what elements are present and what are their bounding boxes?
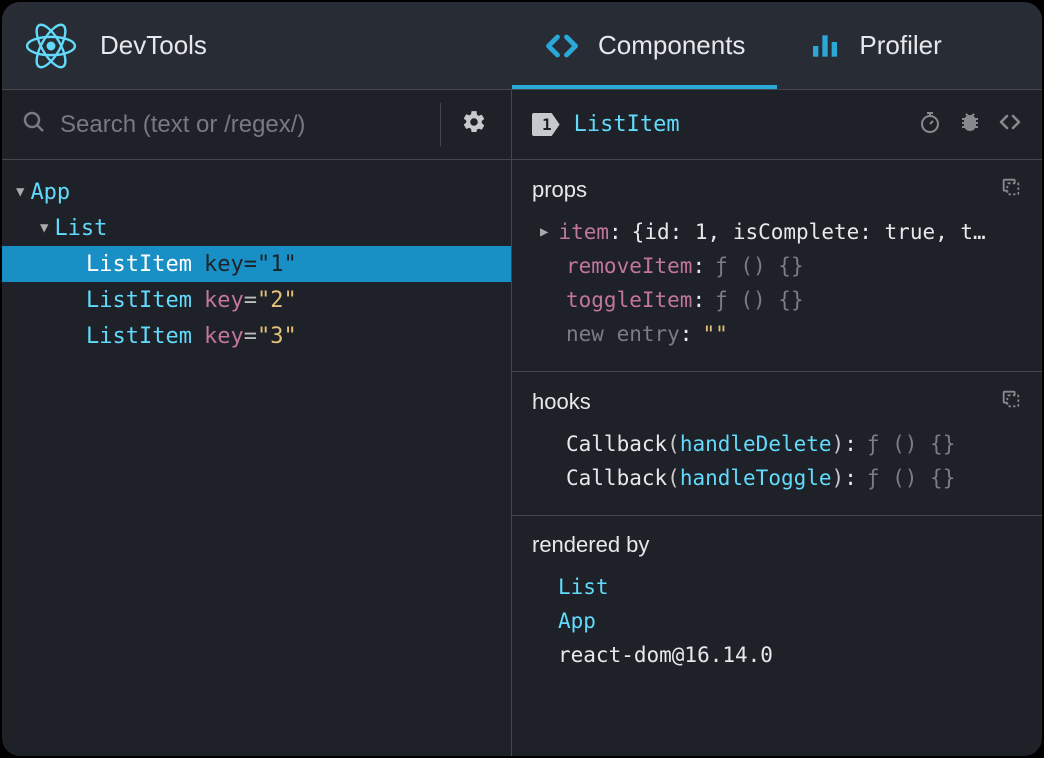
hooks-section: hooks Callback(handleDelete):ƒ () {}Call… — [512, 372, 1042, 516]
prop-value: {id: 1, isComplete: true, t… — [632, 220, 986, 244]
hook-value: ƒ () {} — [867, 432, 956, 456]
section-title: rendered by — [532, 532, 1022, 558]
section-title: hooks — [532, 389, 1000, 415]
section-title: props — [532, 177, 1000, 203]
suspend-button[interactable] — [918, 110, 942, 139]
copy-to-clipboard-button[interactable] — [1000, 176, 1022, 203]
header: DevTools Components Profiler — [2, 2, 1042, 90]
component-name: ListItem — [86, 324, 192, 349]
copy-icon — [1000, 176, 1022, 198]
hook-arg: handleDelete — [680, 432, 832, 456]
props-section: props ▶item:{id: 1, isComplete: true, t…… — [512, 160, 1042, 372]
gear-icon — [461, 109, 487, 135]
component-key-attr: key="3" — [204, 324, 297, 349]
view-source-button[interactable] — [998, 110, 1022, 139]
section-header: rendered by — [532, 532, 1022, 558]
search-input[interactable] — [60, 111, 440, 139]
search-bar — [2, 90, 511, 160]
prop-row[interactable]: toggleItem:ƒ () {} — [532, 283, 1022, 317]
rendered-by-section: rendered by ListAppreact-dom@16.14.0 — [512, 516, 1042, 692]
stopwatch-icon — [918, 110, 942, 134]
logo-section: DevTools — [2, 21, 512, 71]
tab-profiler[interactable]: Profiler — [777, 2, 973, 89]
code-brackets-icon — [998, 110, 1022, 134]
prop-key: item — [558, 220, 609, 244]
component-name: List — [54, 216, 107, 241]
rendered-by-item[interactable]: App — [558, 604, 1022, 638]
body: ▼App▼ListListItemkey="1"ListItemkey="2"L… — [2, 90, 1042, 756]
detail-actions — [918, 110, 1022, 139]
chevron-down-icon: ▼ — [16, 184, 24, 200]
search-icon — [22, 110, 46, 139]
prop-value: ƒ () {} — [715, 254, 804, 278]
copy-to-clipboard-button[interactable] — [1000, 388, 1022, 415]
hook-name: Callback — [566, 466, 667, 490]
code-brackets-icon — [544, 28, 580, 64]
rendered-by-list: ListAppreact-dom@16.14.0 — [532, 570, 1022, 672]
prop-row[interactable]: removeItem:ƒ () {} — [532, 249, 1022, 283]
section-header: props — [532, 176, 1022, 203]
tab-label: Components — [598, 30, 745, 61]
copy-icon — [1000, 388, 1022, 410]
props-list: ▶item:{id: 1, isComplete: true, t…remove… — [532, 215, 1022, 351]
hooks-list: Callback(handleDelete):ƒ () {}Callback(h… — [532, 427, 1022, 495]
component-name: ListItem — [86, 288, 192, 313]
chevron-down-icon: ▼ — [40, 220, 48, 236]
tree-row-listitem[interactable]: ListItem key="3" — [2, 318, 511, 354]
prop-row[interactable]: ▶item:{id: 1, isComplete: true, t… — [532, 215, 1022, 249]
hook-arg: handleToggle — [680, 466, 832, 490]
left-panel: ▼App▼ListListItemkey="1"ListItemkey="2"L… — [2, 90, 512, 756]
tree-row-app[interactable]: ▼ App — [2, 174, 511, 210]
settings-button[interactable] — [440, 103, 491, 146]
hook-row[interactable]: Callback(handleDelete):ƒ () {} — [532, 427, 1022, 461]
tree-row-listitem[interactable]: ListItem key="1" — [2, 246, 511, 282]
section-header: hooks — [532, 388, 1022, 415]
component-key-attr: key="2" — [204, 288, 297, 313]
bar-chart-icon — [809, 30, 841, 62]
tab-components[interactable]: Components — [512, 2, 777, 89]
hook-name: Callback — [566, 432, 667, 456]
bug-icon — [958, 110, 982, 134]
hook-value: ƒ () {} — [867, 466, 956, 490]
detail-header: 1 ListItem — [512, 90, 1042, 160]
prop-key: removeItem — [566, 254, 692, 278]
prop-key: new entry — [566, 322, 680, 346]
app-title: DevTools — [100, 30, 207, 61]
prop-row[interactable]: new entry: "" — [532, 317, 1022, 351]
react-logo-icon — [26, 21, 76, 71]
component-name: ListItem — [86, 252, 192, 277]
rendered-by-item[interactable]: List — [558, 570, 1022, 604]
rendered-by-item: react-dom@16.14.0 — [558, 638, 1022, 672]
prop-value: ƒ () {} — [715, 288, 804, 312]
chevron-right-icon: ▶ — [540, 224, 548, 240]
hook-row[interactable]: Callback(handleToggle):ƒ () {} — [532, 461, 1022, 495]
inspect-button[interactable] — [958, 110, 982, 139]
prop-value: "" — [702, 322, 727, 346]
devtools-window: DevTools Components Profiler — [0, 0, 1044, 758]
right-panel: 1 ListItem props — [512, 90, 1042, 756]
detail-key-badge: 1 — [532, 113, 560, 136]
tabs: Components Profiler — [512, 2, 974, 89]
prop-key: toggleItem — [566, 288, 692, 312]
component-tree: ▼App▼ListListItemkey="1"ListItemkey="2"L… — [2, 160, 511, 368]
detail-title: ListItem — [574, 112, 918, 137]
tab-label: Profiler — [859, 30, 941, 61]
tree-row-listitem[interactable]: ListItem key="2" — [2, 282, 511, 318]
component-name: App — [30, 180, 70, 205]
component-key-attr: key="1" — [204, 252, 297, 277]
tree-row-list[interactable]: ▼ List — [2, 210, 511, 246]
